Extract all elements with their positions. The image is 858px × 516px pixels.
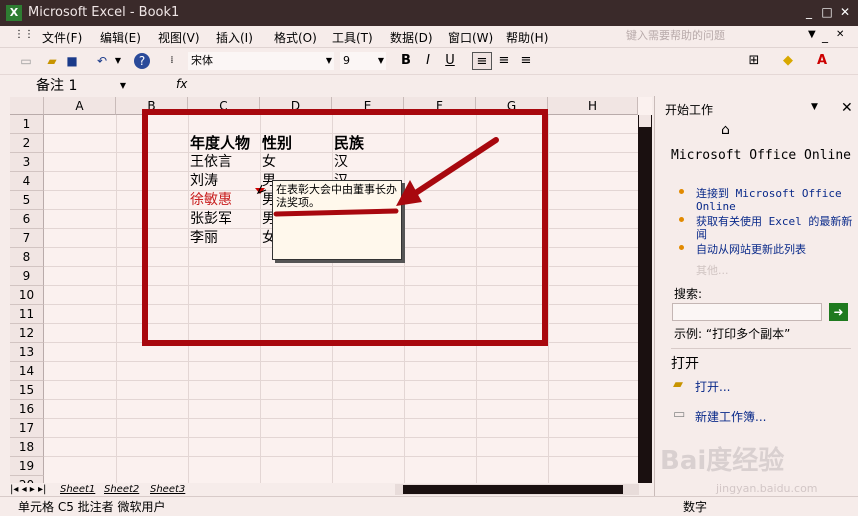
new-workbook-link[interactable]: 新建工作簿... — [695, 408, 766, 425]
task-pane-close-icon[interactable]: ✕ — [841, 100, 853, 116]
search-go-button[interactable]: ➜ — [829, 303, 848, 321]
search-example: 示例: “打印多个副本” — [674, 327, 791, 341]
office-online-brand: Microsoft Office Online — [671, 148, 852, 163]
home-icon[interactable]: ⌂ — [721, 122, 737, 138]
open-link[interactable]: 打开... — [695, 378, 730, 395]
tab-sheet2[interactable]: Sheet2 — [104, 483, 139, 496]
link-more[interactable]: 其他... — [696, 262, 729, 278]
search-label: 搜索: — [674, 287, 703, 301]
excel-window: X Microsoft Excel - Book1 _ □ ✕ ⋮⋮ 文件(F)… — [0, 0, 858, 516]
status-left: 单元格 C5 批注者 微软用户 — [18, 500, 166, 514]
task-pane-dropdown-icon[interactable]: ▼ — [811, 102, 818, 112]
bullet-icon — [679, 189, 684, 194]
status-bar: 单元格 C5 批注者 微软用户 数字 — [0, 496, 858, 516]
task-pane: 开始工作 ▼ ✕ ⌂ Microsoft Office Online 连接到 M… — [654, 96, 858, 496]
tab-scroll-arrows-icon[interactable]: |◂ ◂ ▸ ▸| — [10, 483, 46, 496]
status-right: 数字 — [683, 500, 708, 514]
section-divider — [671, 348, 851, 349]
open-folder-icon: ▰ — [673, 377, 683, 392]
tab-sheet1[interactable]: Sheet1 — [60, 483, 95, 496]
hscroll-thumb[interactable] — [403, 485, 623, 494]
link-connect-office-online[interactable]: 连接到 Microsoft Office Online — [696, 187, 856, 213]
horizontal-scrollbar[interactable] — [395, 484, 639, 495]
search-input[interactable] — [672, 303, 822, 321]
task-pane-title: 开始工作 — [665, 103, 714, 117]
tab-sheet3[interactable]: Sheet3 — [150, 483, 185, 496]
link-latest-news[interactable]: 获取有关使用 Excel 的最新新闻 — [696, 215, 856, 241]
new-workbook-icon: ▭ — [673, 407, 686, 422]
bullet-icon — [679, 245, 684, 250]
bullet-icon — [679, 217, 684, 222]
link-auto-update[interactable]: 自动从网站更新此列表 — [696, 243, 856, 256]
watermark-logo: Bai度经验 — [660, 446, 785, 476]
watermark-url: jingyan.baidu.com — [716, 482, 818, 495]
open-section-title: 打开 — [671, 356, 699, 372]
